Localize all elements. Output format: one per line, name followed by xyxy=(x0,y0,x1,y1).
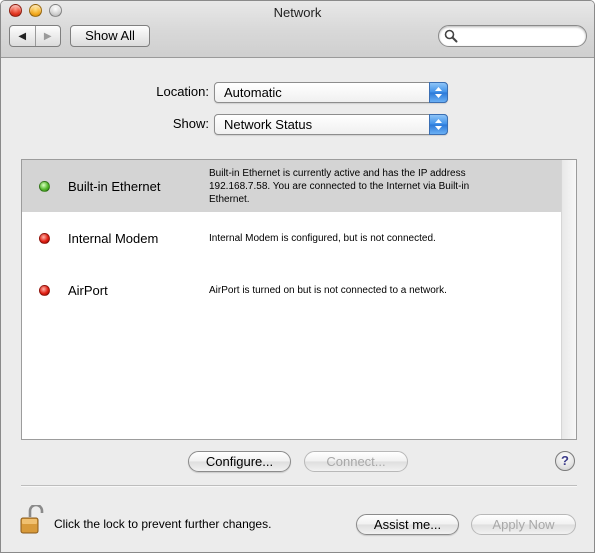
lock-message: Click the lock to prevent further change… xyxy=(54,517,272,531)
service-name: Internal Modem xyxy=(68,231,159,246)
service-description: AirPort is turned on but is not connecte… xyxy=(209,285,447,296)
search-field[interactable] xyxy=(438,25,587,47)
location-label: Location: xyxy=(156,84,209,99)
forward-arrow-icon: ▶ xyxy=(43,30,52,42)
unlocked-padlock-icon[interactable] xyxy=(20,505,44,535)
show-value: Network Status xyxy=(224,117,313,132)
configure-button[interactable]: Configure... xyxy=(188,451,291,472)
search-icon xyxy=(444,29,458,43)
divider xyxy=(21,485,577,487)
window-title: Network xyxy=(273,5,322,20)
service-name: Built-in Ethernet xyxy=(68,179,161,194)
service-name: AirPort xyxy=(68,283,108,298)
service-description: Built-in Ethernet is currently active an… xyxy=(209,168,470,205)
list-item[interactable]: Internal Modem Internal Modem is configu… xyxy=(22,212,562,264)
vertical-scrollbar[interactable] xyxy=(561,160,576,439)
network-services-list[interactable]: Built-in Ethernet Built-in Ethernet is c… xyxy=(21,159,577,440)
location-popup[interactable]: Automatic xyxy=(214,82,448,103)
network-preferences-window: Network ◀ ▶ Show All Location: Automatic xyxy=(0,0,595,553)
list-item[interactable]: AirPort AirPort is turned on but is not … xyxy=(22,264,562,316)
show-popup[interactable]: Network Status xyxy=(214,114,448,135)
back-forward-control: ◀ ▶ xyxy=(9,25,61,47)
status-red-icon xyxy=(39,285,50,296)
popup-arrows-icon xyxy=(429,82,448,103)
show-all-button[interactable]: Show All xyxy=(70,25,150,47)
status-green-icon xyxy=(39,181,50,192)
show-label: Show: xyxy=(172,116,209,131)
title-toolbar: Network ◀ ▶ Show All xyxy=(1,1,594,58)
forward-button[interactable]: ▶ xyxy=(34,26,61,46)
back-button[interactable]: ◀ xyxy=(10,26,35,46)
search-input[interactable] xyxy=(461,28,579,44)
connect-button[interactable]: Connect... xyxy=(304,451,408,472)
location-value: Automatic xyxy=(224,85,282,100)
assist-me-button[interactable]: Assist me... xyxy=(356,514,459,535)
popup-arrows-icon xyxy=(429,114,448,135)
status-red-icon xyxy=(39,233,50,244)
list-item[interactable]: Built-in Ethernet Built-in Ethernet is c… xyxy=(22,160,562,212)
service-description: Internal Modem is configured, but is not… xyxy=(209,233,436,244)
help-button[interactable]: ? xyxy=(555,451,575,471)
apply-now-button[interactable]: Apply Now xyxy=(471,514,576,535)
back-arrow-icon: ◀ xyxy=(18,30,27,42)
